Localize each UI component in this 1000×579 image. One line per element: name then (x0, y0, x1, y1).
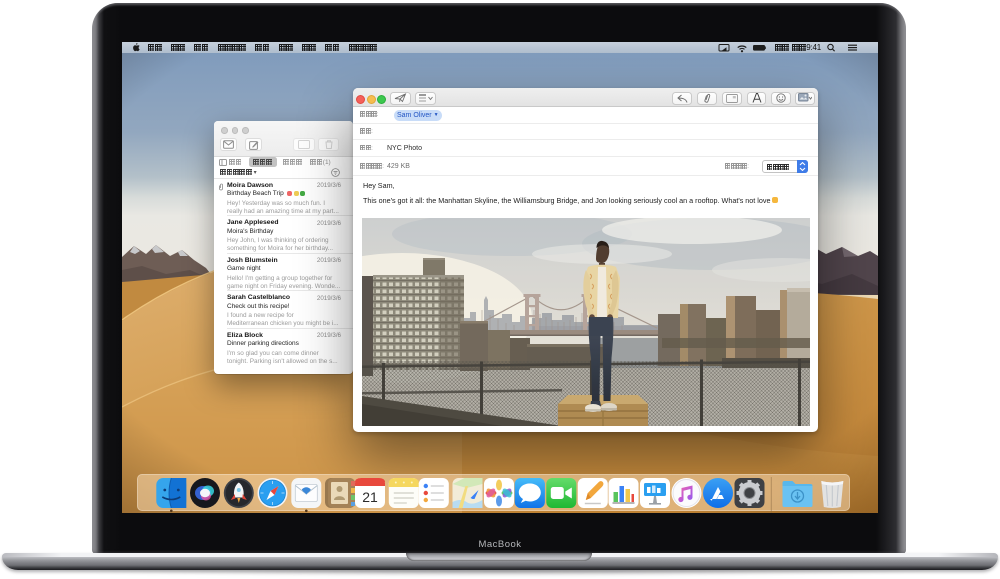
svg-text:21: 21 (362, 489, 378, 505)
